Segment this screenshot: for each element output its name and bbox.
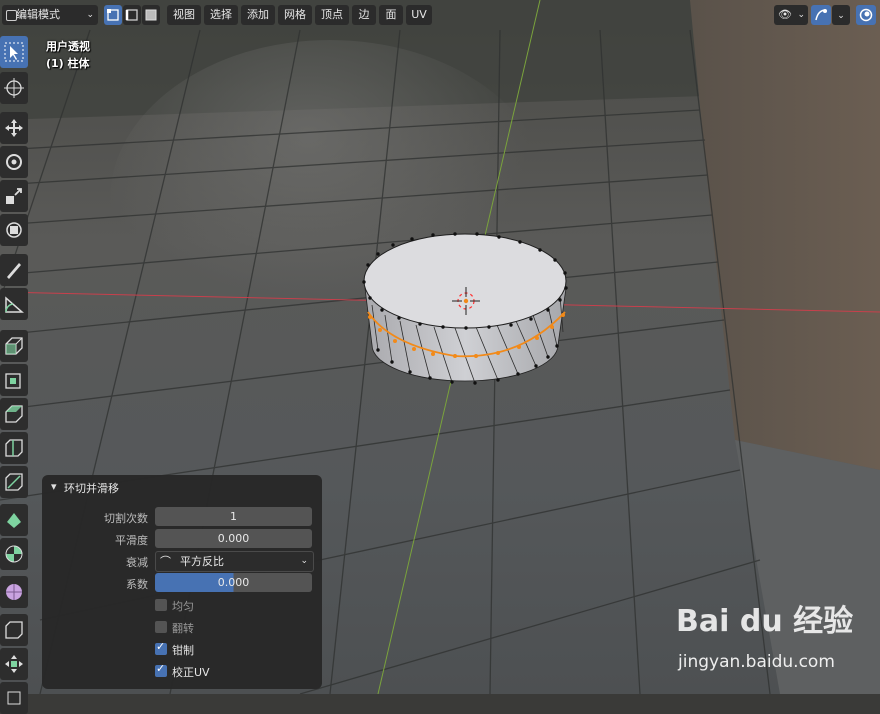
shear-icon [5,655,23,673]
scale-icon [6,188,22,204]
rotate-icon [6,154,22,170]
checkmark-icon: ✓ [156,662,166,675]
tool-extrude[interactable] [0,330,28,362]
panel-title: 环切并滑移 [64,482,119,495]
chevron-down-icon: ⌄ [300,556,308,566]
chevron-down-icon: ⌄ [86,10,94,20]
viewport-header: 编辑模式 ⌄ 视图 选择 添加 网格 顶点 边 面 UV 👁 ⌄ ⌄ [0,0,880,30]
eye-icon: 👁 [778,8,792,21]
tool-annotate[interactable] [0,254,28,286]
menu-mesh[interactable]: 网格 [278,5,312,25]
baidu-watermark-url: jingyan.baidu.com [678,652,835,672]
menu-select[interactable]: 选择 [204,5,238,25]
tool-transform[interactable] [0,214,28,246]
menu-edge[interactable]: 边 [352,5,376,25]
tool-move[interactable] [0,112,28,144]
tool-select-box[interactable] [0,36,28,68]
baidu-watermark-logo: Bai du 经验 [676,604,854,639]
spin-icon [5,545,23,563]
overlay-icon [859,8,873,22]
falloff-value: 平方反比 [180,555,224,568]
poly-build-icon [7,513,21,528]
menu-add[interactable]: 添加 [241,5,275,25]
tool-spin[interactable] [0,538,28,570]
clamp-label: 钳制 [172,644,194,657]
even-checkbox[interactable] [155,599,167,611]
inset-icon [5,373,21,389]
select-box-icon [4,42,24,62]
edge-select-button[interactable] [123,5,141,25]
smoothness-field[interactable]: 0.000 [155,529,312,548]
cursor-icon [4,78,24,98]
tool-shear[interactable] [0,648,28,680]
vertex-select-button[interactable] [104,5,122,25]
gizmo-toggle[interactable] [811,5,831,25]
smoothness-label: 平滑度 [115,534,148,547]
extrude-icon [5,337,23,355]
overlay-toggle[interactable] [856,5,876,25]
tool-scale[interactable] [0,180,28,212]
factor-slider[interactable]: 0.000 [155,573,312,592]
tool-knife[interactable] [0,466,28,498]
loop-cut-icon [5,439,23,457]
falloff-curve-icon: ⌒ [160,555,171,568]
smooth-icon [6,584,22,600]
clamp-checkbox[interactable]: ✓ [155,640,167,655]
tool-cursor[interactable] [0,72,28,104]
even-label: 均匀 [172,600,194,613]
view-name-label: 用户透视 [46,40,90,53]
object-name-label: (1) 柱体 [46,57,90,70]
flip-label: 翻转 [172,622,194,635]
checkmark-icon: ✓ [156,640,166,653]
flip-checkbox[interactable] [155,621,167,633]
falloff-label: 衰减 [126,556,148,569]
tool-shelf [0,36,28,714]
annotate-icon [7,263,21,279]
cuts-field[interactable]: 1 [155,507,312,526]
measure-icon [5,296,24,313]
menu-view[interactable]: 视图 [167,5,201,25]
tool-loop-cut[interactable] [0,432,28,464]
menu-uv[interactable]: UV [406,5,432,25]
tool-bevel[interactable] [0,398,28,430]
tool-shrink-fatten[interactable] [0,614,28,646]
falloff-dropdown[interactable]: ⌒ 平方反比 ⌄ [155,551,314,572]
mode-label: 编辑模式 [16,8,60,21]
menu-face[interactable]: 面 [379,5,403,25]
chevron-down-icon: ⌄ [797,10,805,20]
face-select-icon [145,9,157,21]
cylinder-mesh [362,232,568,385]
panel-collapse-icon[interactable]: ▾ [51,480,57,493]
transform-icon [6,222,22,238]
move-icon [5,119,23,137]
tool-smooth[interactable] [0,576,28,608]
gizmo-dropdown[interactable]: ⌄ [832,5,850,25]
shrink-fatten-icon [5,621,23,639]
visibility-dropdown[interactable]: 👁 ⌄ [774,5,808,25]
vertex-select-icon [107,9,119,21]
gizmo-icon [815,9,827,21]
cylinder-top-face [363,233,567,329]
chevron-down-icon: ⌄ [837,11,845,21]
tool-rip[interactable] [0,682,28,714]
tool-rotate[interactable] [0,146,28,178]
correct-uv-checkbox[interactable]: ✓ [155,662,167,677]
tool-inset[interactable] [0,364,28,396]
mode-selector[interactable]: 编辑模式 ⌄ [2,5,98,25]
knife-icon [5,473,23,491]
cuts-label: 切割次数 [104,512,148,525]
face-select-button[interactable] [142,5,160,25]
menu-vertex[interactable]: 顶点 [315,5,349,25]
edge-select-icon [125,9,138,21]
factor-label: 系数 [126,578,148,591]
bevel-icon [5,405,23,423]
loop-cut-operator-panel: ▾ 环切并滑移 切割次数 1 平滑度 0.000 衰减 ⌒ 平方反比 ⌄ 系数 … [42,475,322,689]
correct-uv-label: 校正UV [172,666,210,679]
tool-measure[interactable] [0,288,28,320]
tool-poly-build[interactable] [0,504,28,536]
rip-icon [7,691,21,705]
